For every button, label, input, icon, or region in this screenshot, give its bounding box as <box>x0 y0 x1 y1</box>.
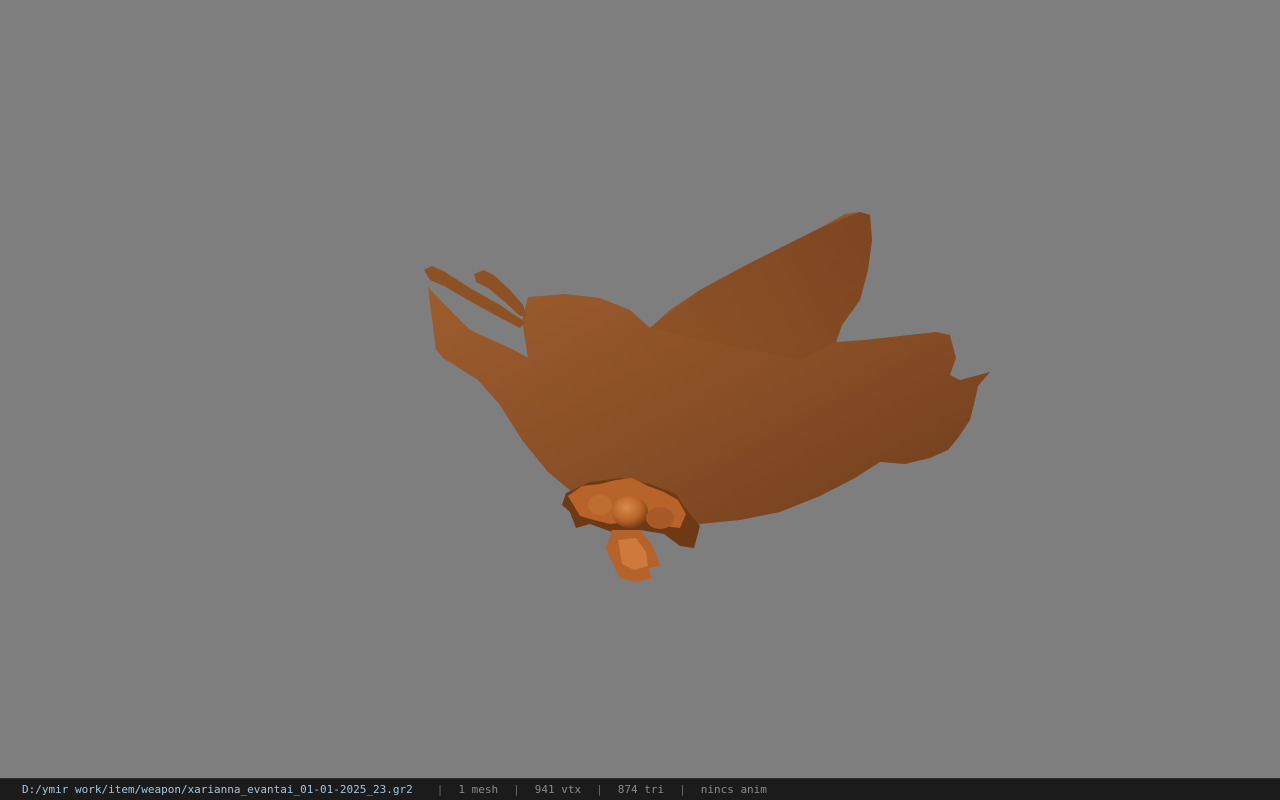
triangle-count: 874 tri <box>617 783 665 796</box>
vertex-count: 941 vtx <box>534 783 582 796</box>
status-separator: | <box>596 783 603 796</box>
3d-viewport[interactable] <box>0 0 1280 778</box>
status-separator: | <box>513 783 520 796</box>
model-render[interactable] <box>0 0 1280 778</box>
file-path: D:/ymir work/item/weapon/xarianna_evanta… <box>22 783 413 796</box>
fan-blade <box>428 212 990 524</box>
status-separator: | <box>436 783 444 796</box>
status-bar: D:/ymir work/item/weapon/xarianna_evanta… <box>0 778 1280 800</box>
status-separator: | <box>679 783 686 796</box>
animation-status: nincs anim <box>700 783 767 796</box>
mesh-count: 1 mesh <box>458 783 499 796</box>
